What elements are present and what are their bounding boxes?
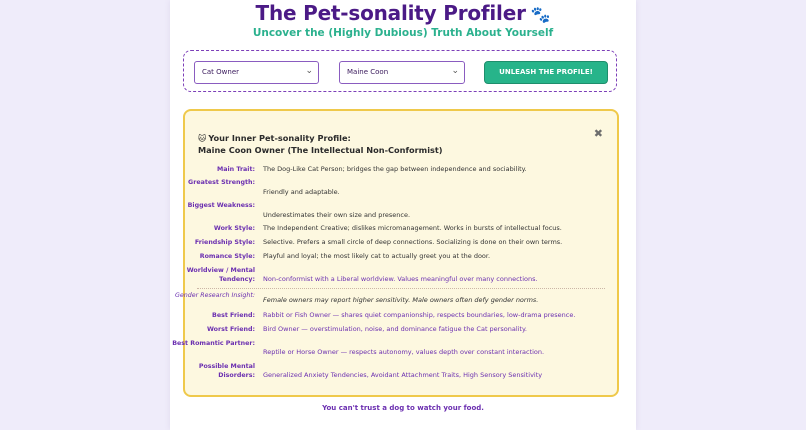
breed-select-value: Maine Coon [347, 68, 389, 76]
close-icon[interactable]: ✖ [594, 127, 603, 140]
breed-select[interactable]: Maine Coon ⌄ [339, 61, 465, 84]
result-heading: 🐱 Your Inner Pet-sonality Profile: [198, 133, 351, 143]
row-value: Rabbit or Fish Owner — shares quiet comp… [263, 311, 576, 319]
section-divider [197, 288, 605, 289]
profile-result-card: ✖ 🐱 Your Inner Pet-sonality Profile: Main… [172, 109, 619, 397]
result-heading-text: Your Inner Pet-sonality Profile: [208, 133, 351, 143]
page-title: The Pet-sonality Profiler 🐾 [170, 1, 636, 25]
row-value: The Dog-Like Cat Person; bridges the gap… [263, 165, 527, 173]
row-label: Gender Research Insight: [175, 292, 255, 299]
chevron-down-icon: ⌄ [305, 66, 313, 76]
row-value: Underestimates their own size and presen… [263, 211, 411, 219]
row-label: Best Romantic Partner: [172, 340, 255, 347]
owner-type-select[interactable]: Cat Owner ⌄ [194, 61, 319, 84]
row-value: Non-conformist with a Liberal worldview.… [263, 275, 538, 283]
row-value: Friendly and adaptable. [263, 188, 340, 196]
row-value: Female owners may report higher sensitiv… [263, 296, 539, 304]
page-title-text: The Pet-sonality Profiler [255, 1, 526, 25]
result-subheading: Maine Coon Owner (The Intellectual Non-C… [198, 145, 443, 155]
row-label: Biggest Weakness: [187, 202, 255, 209]
owner-type-select-value: Cat Owner [202, 68, 240, 76]
row-value: Playful and loyal; the most likely cat t… [263, 252, 491, 260]
row-label: Work Style: [213, 225, 255, 232]
row-value: Bird Owner — overstimulation, noise, and… [263, 325, 527, 333]
row-value: Reptile or Horse Owner — respects autono… [263, 348, 545, 356]
profile-controls: Cat Owner ⌄ Maine Coon ⌄ UNLEASH THE PRO… [183, 50, 617, 92]
row-value: Selective. Prefers a small circle of dee… [263, 238, 563, 246]
cat-face-icon: 🐱 [198, 134, 207, 143]
row-label: Best Friend: [212, 312, 255, 319]
row-label: Possible Mental Disorders: [198, 363, 255, 379]
row-label: Worldview / Mental Tendency: [186, 267, 255, 283]
row-label: Main Trait: [217, 166, 255, 173]
unleash-profile-button[interactable]: UNLEASH THE PROFILE! [484, 61, 608, 84]
profiler-page: The Pet-sonality Profiler 🐾 Uncover the (… [170, 0, 636, 430]
page-subtitle: Uncover the (Highly Dubious) Truth About… [252, 27, 554, 39]
paw-prints-icon: 🐾 [530, 5, 551, 24]
row-value: The Independent Creative; dislikes micro… [263, 224, 562, 232]
row-label: Romance Style: [199, 253, 255, 260]
footer-quote: You can't trust a dog to watch your food… [322, 404, 484, 412]
row-label: Worst Friend: [206, 326, 255, 333]
chevron-down-icon: ⌄ [451, 66, 459, 76]
row-label: Friendship Style: [194, 239, 255, 246]
row-value: Generalized Anxiety Tendencies, Avoidant… [263, 371, 543, 379]
row-label: Greatest Strength: [188, 179, 255, 186]
